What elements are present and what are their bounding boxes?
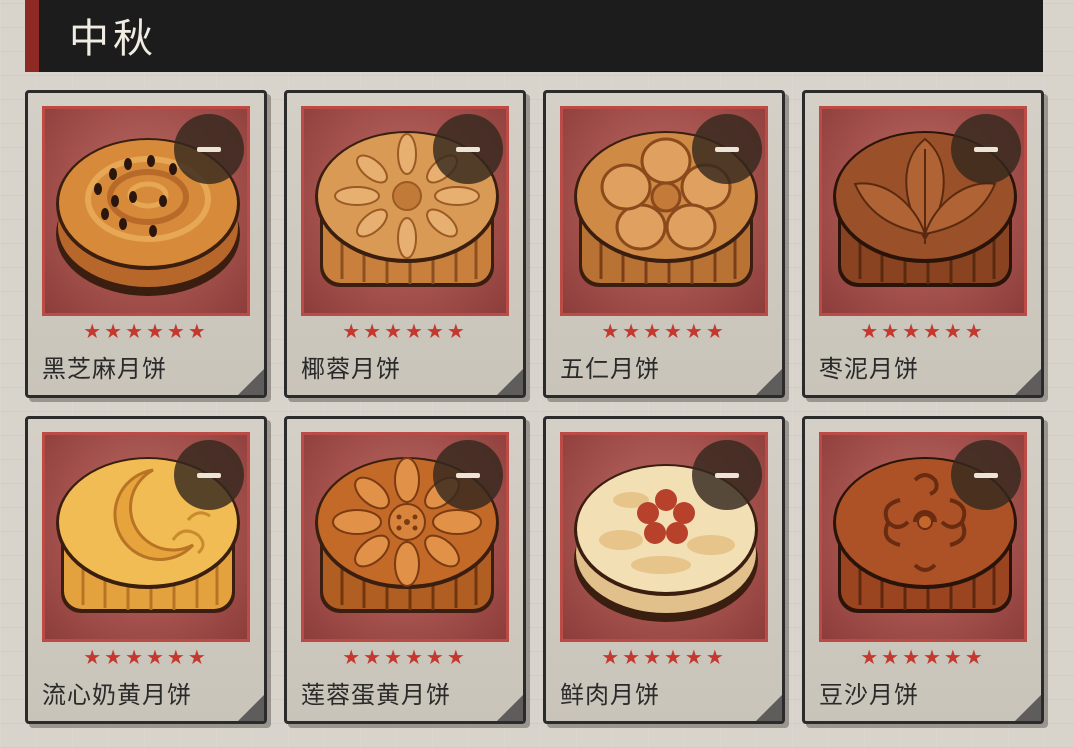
rating-stars: ★★★★★★: [860, 319, 986, 343]
rating-stars: ★★★★★★: [601, 319, 727, 343]
category-header: 中秋: [25, 0, 1043, 72]
item-card-fresh-meat[interactable]: ★★★★★★ 鲜肉月饼: [543, 416, 785, 724]
rating-stars: ★★★★★★: [601, 645, 727, 669]
remove-button[interactable]: [951, 114, 1021, 184]
item-card-coconut[interactable]: ★★★★★★ 椰蓉月饼: [284, 90, 526, 398]
remove-button[interactable]: [174, 440, 244, 510]
rating-stars: ★★★★★★: [860, 645, 986, 669]
rating-stars: ★★★★★★: [83, 645, 209, 669]
rating-stars: ★★★★★★: [83, 319, 209, 343]
item-card-black-sesame[interactable]: ★★★★★★ 黑芝麻月饼: [25, 90, 267, 398]
item-image-frame: [301, 106, 509, 316]
item-name: 流心奶黄月饼: [42, 681, 192, 709]
remove-button[interactable]: [692, 440, 762, 510]
item-name: 五仁月饼: [560, 355, 660, 383]
rating-stars: ★★★★★★: [342, 319, 468, 343]
remove-button[interactable]: [433, 114, 503, 184]
item-image-frame: [42, 106, 250, 316]
item-image-frame: [819, 106, 1027, 316]
remove-button[interactable]: [433, 440, 503, 510]
item-card-jujube[interactable]: ★★★★★★ 枣泥月饼: [802, 90, 1044, 398]
item-name: 鲜肉月饼: [560, 681, 660, 709]
item-image-frame: [42, 432, 250, 642]
item-card-custard-lava[interactable]: ★★★★★★ 流心奶黄月饼: [25, 416, 267, 724]
remove-button[interactable]: [692, 114, 762, 184]
item-name: 黑芝麻月饼: [42, 355, 167, 383]
item-name: 椰蓉月饼: [301, 355, 401, 383]
category-title: 中秋: [69, 16, 157, 62]
remove-button[interactable]: [951, 440, 1021, 510]
item-name: 莲蓉蛋黄月饼: [301, 681, 451, 709]
item-image-frame: [560, 106, 768, 316]
item-image-frame: [560, 432, 768, 642]
mooncake-grid: ★★★★★★ 黑芝麻月饼 ★★★★★★ 椰蓉月饼 ★★★★★★ 五仁月饼 ★★★…: [25, 90, 1044, 724]
item-card-lotus-yolk[interactable]: ★★★★★★ 莲蓉蛋黄月饼: [284, 416, 526, 724]
item-image-frame: [819, 432, 1027, 642]
item-image-frame: [301, 432, 509, 642]
remove-button[interactable]: [174, 114, 244, 184]
item-name: 豆沙月饼: [819, 681, 919, 709]
item-card-red-bean[interactable]: ★★★★★★ 豆沙月饼: [802, 416, 1044, 724]
item-card-five-nut[interactable]: ★★★★★★ 五仁月饼: [543, 90, 785, 398]
rating-stars: ★★★★★★: [342, 645, 468, 669]
item-name: 枣泥月饼: [819, 355, 919, 383]
